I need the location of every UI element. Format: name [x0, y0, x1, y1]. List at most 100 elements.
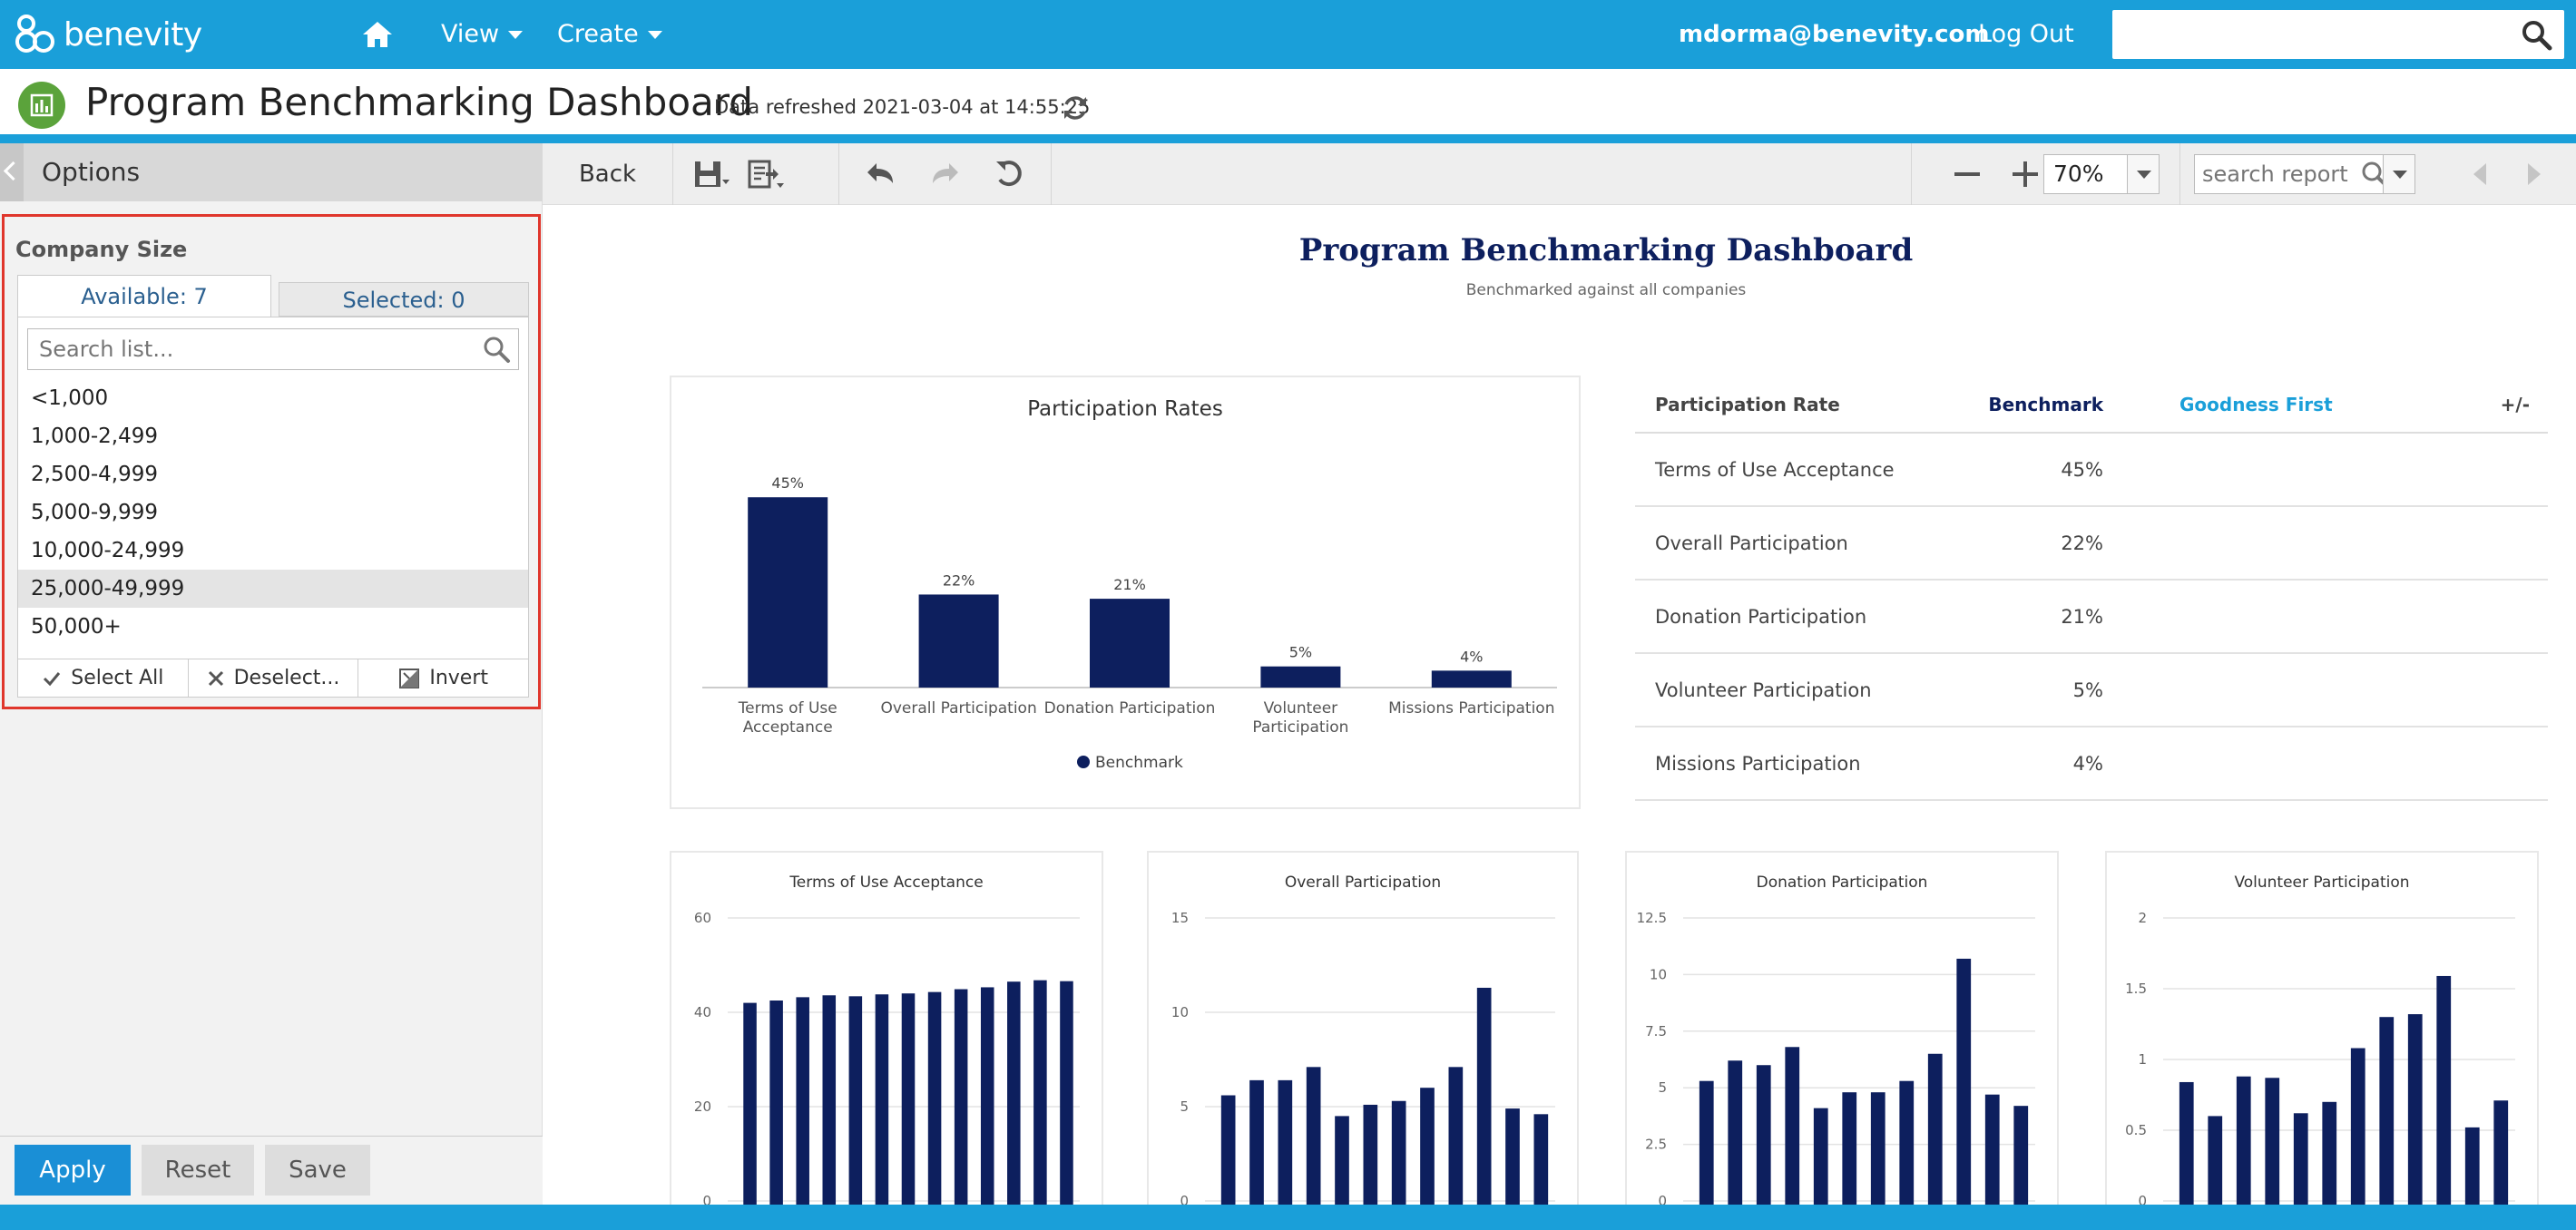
apply-button[interactable]: Apply — [15, 1145, 131, 1196]
bar[interactable] — [1306, 1067, 1321, 1205]
zoom-in-icon[interactable] — [2005, 156, 2045, 192]
save-icon[interactable] — [691, 156, 731, 192]
save-button[interactable]: Save — [265, 1145, 370, 1196]
bar[interactable] — [1956, 958, 1972, 1205]
bar[interactable] — [1431, 670, 1512, 688]
select-all-button[interactable]: Select All — [18, 659, 189, 698]
reset-button[interactable]: Reset — [142, 1145, 254, 1196]
bar[interactable] — [1505, 1108, 1520, 1205]
bar[interactable] — [901, 993, 916, 1205]
filter-search-input[interactable] — [28, 329, 464, 369]
bar[interactable] — [1249, 1079, 1264, 1205]
bar[interactable] — [1033, 980, 1047, 1205]
bar[interactable] — [1813, 1108, 1828, 1205]
benevity-logo[interactable]: benevity — [15, 11, 202, 58]
bar[interactable] — [796, 997, 809, 1205]
bar[interactable] — [2013, 1106, 2029, 1205]
bar[interactable] — [743, 1002, 757, 1205]
list-item[interactable]: 2,500-4,999 — [18, 455, 528, 493]
report-toolbar: Back 70% — [543, 143, 2576, 205]
previous-icon[interactable] — [2461, 156, 2501, 192]
list-item[interactable]: 50,000+ — [18, 608, 528, 646]
bar[interactable] — [2236, 1076, 2251, 1205]
bar[interactable] — [2265, 1078, 2280, 1205]
list-item[interactable]: 25,000-49,999 — [18, 570, 528, 608]
bar[interactable] — [1007, 981, 1021, 1205]
revert-icon[interactable] — [991, 156, 1031, 192]
terms-of-use-chart: Terms of Use Acceptance 0 20 40 60 — [694, 874, 1080, 1205]
bar[interactable] — [875, 994, 889, 1205]
list-item[interactable]: 1,000-2,499 — [18, 417, 528, 455]
bar[interactable] — [1699, 1080, 1714, 1205]
bar[interactable] — [954, 989, 968, 1205]
zoom-dropdown[interactable] — [2127, 154, 2160, 194]
bar[interactable] — [1533, 1114, 1549, 1205]
bar[interactable] — [2350, 1048, 2365, 1205]
overall-participation-chart: Overall Participation 0 5 10 15 — [1171, 874, 1555, 1205]
export-icon[interactable] — [746, 156, 786, 192]
nav-create-menu[interactable]: Create — [557, 0, 662, 69]
bar[interactable] — [2293, 1113, 2308, 1205]
bar[interactable] — [2436, 975, 2452, 1205]
list-item[interactable]: 5,000-9,999 — [18, 493, 528, 532]
refresh-icon[interactable] — [1060, 93, 1091, 123]
bar[interactable] — [2322, 1101, 2337, 1205]
list-item[interactable]: <1,000 — [18, 379, 528, 417]
tick-label: Acceptance — [743, 718, 833, 737]
bar[interactable] — [1870, 1092, 1885, 1205]
logout-link[interactable]: Log Out — [1978, 0, 2074, 69]
bar[interactable] — [1899, 1080, 1915, 1205]
collapse-panel-icon[interactable] — [0, 143, 24, 201]
back-button[interactable]: Back — [543, 143, 673, 205]
bar[interactable] — [1220, 1095, 1236, 1205]
bar[interactable] — [1984, 1094, 2000, 1205]
bar[interactable] — [1476, 987, 1492, 1205]
deselect-button[interactable]: Deselect... — [189, 659, 359, 698]
bar[interactable] — [848, 996, 863, 1205]
bar[interactable] — [748, 497, 828, 688]
bar[interactable] — [1842, 1092, 1857, 1205]
bar[interactable] — [1756, 1065, 1771, 1205]
list-item[interactable]: 10,000-24,999 — [18, 532, 528, 570]
zoom-level[interactable]: 70% — [2043, 154, 2140, 194]
bar[interactable] — [1420, 1088, 1435, 1205]
tab-selected[interactable]: Selected: 0 — [279, 282, 529, 317]
bar[interactable] — [2179, 1081, 2194, 1205]
bar[interactable] — [2208, 1116, 2223, 1205]
bar[interactable] — [1060, 981, 1073, 1205]
bar[interactable] — [1728, 1060, 1743, 1205]
bar[interactable] — [1391, 1100, 1406, 1205]
bar[interactable] — [2493, 1100, 2509, 1205]
redo-icon[interactable] — [926, 156, 965, 192]
bar[interactable] — [1448, 1067, 1464, 1205]
bar[interactable] — [1090, 599, 1170, 688]
report-canvas: Program Benchmarking Dashboard Benchmark… — [543, 205, 2576, 1205]
next-icon[interactable] — [2513, 156, 2553, 192]
nav-view-menu[interactable]: View — [441, 0, 524, 69]
search-icon[interactable] — [2521, 19, 2553, 52]
bar[interactable] — [1335, 1116, 1349, 1205]
tab-available[interactable]: Available: 7 — [17, 275, 271, 317]
bar[interactable] — [1785, 1047, 1800, 1205]
bar[interactable] — [2379, 1017, 2395, 1205]
bar[interactable] — [2464, 1127, 2480, 1205]
bar[interactable] — [1260, 666, 1341, 688]
bar[interactable] — [980, 987, 994, 1205]
home-icon[interactable] — [359, 16, 396, 53]
bar[interactable] — [822, 995, 837, 1205]
bar[interactable] — [927, 991, 942, 1205]
zoom-out-icon[interactable] — [1947, 156, 1987, 192]
invert-button[interactable]: Invert — [358, 659, 528, 698]
search-icon[interactable] — [482, 335, 511, 364]
bar[interactable] — [2407, 1014, 2423, 1205]
global-search-input[interactable] — [2112, 10, 2493, 59]
report-search-dropdown[interactable] — [2383, 154, 2415, 194]
report-search-input[interactable] — [2195, 155, 2358, 193]
bar[interactable] — [1278, 1079, 1293, 1205]
bar[interactable] — [769, 1001, 783, 1205]
y-tick-label: 0.5 — [2125, 1122, 2147, 1138]
undo-icon[interactable] — [860, 156, 900, 192]
bar[interactable] — [918, 594, 999, 688]
bar[interactable] — [1363, 1104, 1378, 1205]
bar[interactable] — [1927, 1053, 1943, 1205]
